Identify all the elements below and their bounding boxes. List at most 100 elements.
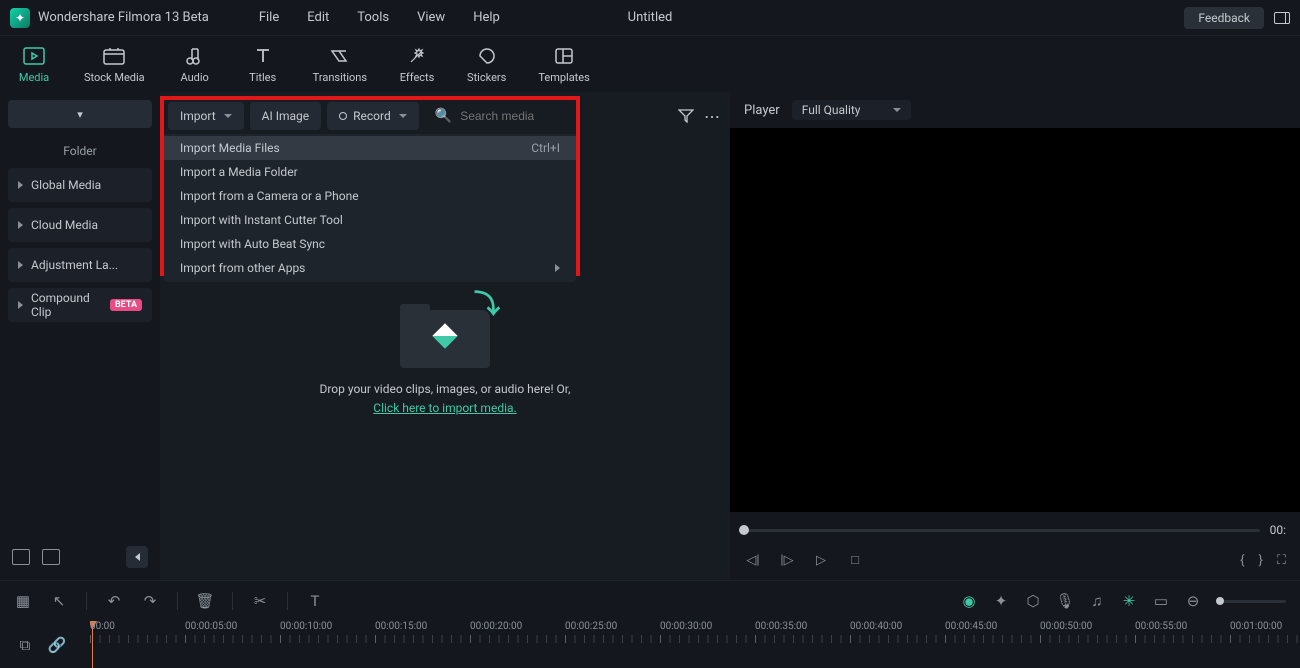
menu-file[interactable]: File bbox=[245, 10, 293, 25]
ruler-tick: 00:00:05:00 bbox=[185, 621, 237, 632]
app-title: Wondershare Filmora 13 Beta bbox=[38, 10, 209, 25]
tab-stock-media[interactable]: Stock Media bbox=[68, 45, 161, 84]
text-tool-icon[interactable]: T bbox=[306, 592, 324, 610]
dd-import-camera-phone[interactable]: Import from a Camera or a Phone bbox=[164, 184, 576, 208]
zoom-slider[interactable] bbox=[1216, 600, 1286, 603]
ruler-tick: 00:00:40:00 bbox=[850, 621, 902, 632]
timeline-layers-icon[interactable]: ⧉ bbox=[16, 636, 34, 654]
dd-import-media-files[interactable]: Import Media FilesCtrl+I bbox=[164, 136, 576, 160]
sparkle-icon[interactable]: ✦ bbox=[992, 592, 1010, 610]
stop-button[interactable]: □ bbox=[846, 551, 864, 569]
dd-import-instant-cutter[interactable]: Import with Instant Cutter Tool bbox=[164, 208, 576, 232]
preview-progress[interactable] bbox=[744, 529, 1260, 532]
folder-icon[interactable] bbox=[42, 549, 60, 565]
ruler-tick: 00:01:00:00 bbox=[1230, 621, 1282, 632]
menu-view[interactable]: View bbox=[403, 10, 459, 25]
folder-sidebar: ▾ Folder Global Media Cloud Media Adjust… bbox=[0, 92, 160, 580]
search-input[interactable] bbox=[458, 108, 670, 124]
progress-thumb[interactable] bbox=[739, 525, 749, 535]
sidebar-item-adjustment-layer[interactable]: Adjustment La... bbox=[8, 248, 152, 282]
frame-icon[interactable]: ▭ bbox=[1152, 592, 1170, 610]
sidebar-item-cloud-media[interactable]: Cloud Media bbox=[8, 208, 152, 242]
preview-screen[interactable] bbox=[730, 128, 1300, 512]
sync-icon[interactable]: ✳ bbox=[1120, 592, 1138, 610]
shield-icon[interactable]: ⬡ bbox=[1024, 592, 1042, 610]
chevron-right-icon bbox=[18, 221, 23, 229]
prev-frame-button[interactable]: ◁| bbox=[744, 551, 762, 569]
dd-import-other-apps[interactable]: Import from other Apps bbox=[164, 256, 576, 280]
chevron-down-icon bbox=[224, 114, 232, 118]
new-folder-icon[interactable] bbox=[12, 549, 30, 565]
chevron-right-icon bbox=[555, 264, 560, 272]
search-icon: 🔍 bbox=[435, 108, 452, 124]
redo-icon[interactable]: ↷ bbox=[141, 592, 159, 610]
record-button[interactable]: Record bbox=[327, 102, 419, 130]
mark-in-icon[interactable]: { bbox=[1240, 553, 1244, 568]
menu-edit[interactable]: Edit bbox=[293, 10, 343, 25]
cursor-icon[interactable]: ↖ bbox=[50, 592, 68, 610]
preview-time: 00: bbox=[1270, 523, 1286, 537]
ruler-tick: 00:00:10:00 bbox=[280, 621, 332, 632]
player-label: Player bbox=[744, 103, 780, 118]
crop-icon[interactable]: ⛶ bbox=[1277, 553, 1286, 568]
zoom-thumb[interactable] bbox=[1216, 597, 1224, 605]
download-arrow-icon: ⤵ bbox=[474, 284, 500, 321]
tab-audio[interactable]: Audio bbox=[161, 45, 229, 84]
sidebar-item-compound-clip[interactable]: Compound ClipBETA bbox=[8, 288, 152, 322]
chevron-right-icon bbox=[18, 301, 23, 309]
tab-titles[interactable]: Titles bbox=[229, 45, 297, 84]
tab-transitions[interactable]: Transitions bbox=[297, 45, 383, 84]
play-button[interactable]: |▷ bbox=[778, 551, 796, 569]
import-button[interactable]: Import bbox=[168, 102, 244, 130]
music-tool-icon[interactable]: ♫ bbox=[1088, 592, 1106, 610]
tab-stickers[interactable]: Stickers bbox=[451, 45, 522, 84]
dd-import-auto-beat-sync[interactable]: Import with Auto Beat Sync bbox=[164, 232, 576, 256]
chevron-down-icon bbox=[399, 114, 407, 118]
panel-layout-icon[interactable] bbox=[1274, 12, 1290, 24]
import-dropdown: Import Media FilesCtrl+I Import a Media … bbox=[164, 134, 576, 282]
dd-import-media-folder[interactable]: Import a Media Folder bbox=[164, 160, 576, 184]
sidebar-top-button[interactable]: ▾ bbox=[8, 100, 152, 128]
tab-templates[interactable]: Templates bbox=[522, 45, 605, 84]
collapse-sidebar-button[interactable] bbox=[126, 546, 148, 568]
menu-help[interactable]: Help bbox=[459, 10, 514, 25]
cut-icon[interactable]: ✂ bbox=[251, 592, 269, 610]
timeline-ruler[interactable]: 00:0000:00:05:0000:00:10:0000:00:15:0000… bbox=[90, 621, 1300, 668]
menu-tools[interactable]: Tools bbox=[343, 10, 403, 25]
feedback-button[interactable]: Feedback bbox=[1184, 7, 1264, 29]
main-tabs: Media Stock Media Audio Titles Transitio… bbox=[0, 36, 1300, 92]
tab-effects[interactable]: Effects bbox=[383, 45, 451, 84]
dropzone-import-link[interactable]: Click here to import media. bbox=[373, 401, 516, 415]
title-bar: ✦ Wondershare Filmora 13 Beta File Edit … bbox=[0, 0, 1300, 36]
zoom-out-icon[interactable]: ⊖ bbox=[1184, 592, 1202, 610]
chevron-right-icon bbox=[18, 181, 23, 189]
quality-select[interactable]: Full Quality bbox=[792, 100, 911, 120]
media-toolbar: Import AI Image Record 🔍 ⋯ bbox=[160, 96, 730, 136]
ruler-tick: 00:00:15:00 bbox=[375, 621, 427, 632]
delete-icon[interactable]: 🗑 bbox=[196, 592, 214, 610]
more-icon[interactable]: ⋯ bbox=[702, 106, 722, 126]
stickers-icon bbox=[476, 45, 498, 67]
grid-icon[interactable]: ▦ bbox=[14, 592, 32, 610]
play2-button[interactable]: ▷ bbox=[812, 551, 830, 569]
beta-badge: BETA bbox=[110, 299, 142, 311]
ruler-tick: 00:00:35:00 bbox=[755, 621, 807, 632]
chevron-down-icon bbox=[893, 108, 901, 112]
filter-icon[interactable] bbox=[676, 106, 696, 126]
mic-icon[interactable]: 🎙 bbox=[1056, 592, 1074, 610]
tab-media[interactable]: Media bbox=[0, 45, 68, 84]
sidebar-item-global-media[interactable]: Global Media bbox=[8, 168, 152, 202]
chevron-right-icon bbox=[18, 261, 23, 269]
mark-out-icon[interactable]: } bbox=[1258, 553, 1262, 568]
media-panel: Import AI Image Record 🔍 ⋯ Import Media … bbox=[160, 92, 730, 580]
ai-image-button[interactable]: AI Image bbox=[250, 102, 321, 130]
undo-icon[interactable]: ↶ bbox=[105, 592, 123, 610]
link-icon[interactable]: 🔗 bbox=[48, 636, 66, 654]
sidebar-header: Folder bbox=[8, 136, 152, 168]
effects-icon bbox=[406, 45, 428, 67]
audio-icon bbox=[184, 45, 206, 67]
ai-tool-icon[interactable]: ◉ bbox=[960, 592, 978, 610]
ruler-tick: 00:00:45:00 bbox=[945, 621, 997, 632]
dropzone-text: Drop your video clips, images, or audio … bbox=[319, 380, 570, 418]
transitions-icon bbox=[329, 45, 351, 67]
